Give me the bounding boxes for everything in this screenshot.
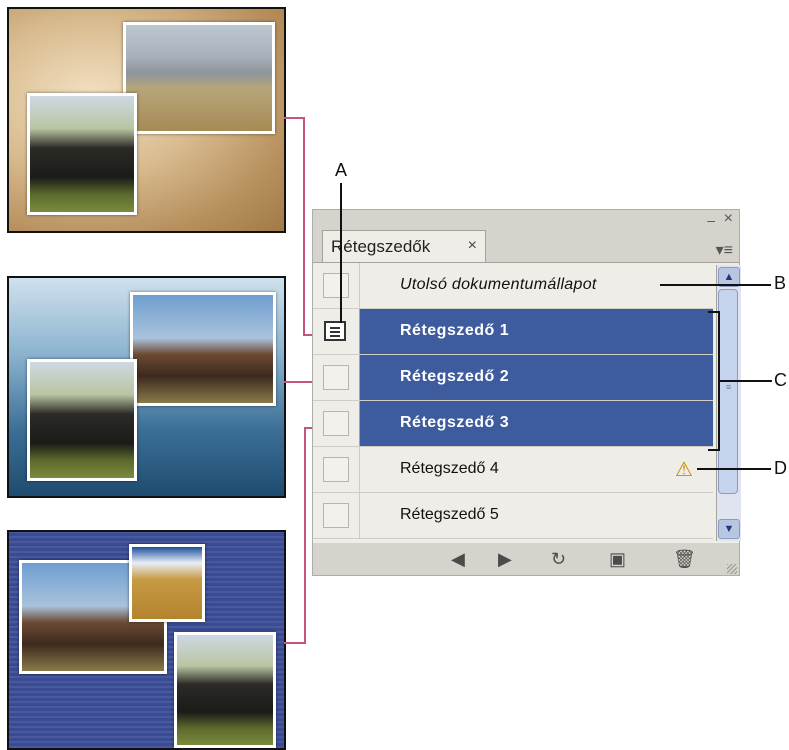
apply-cell[interactable] — [313, 263, 360, 308]
thumbnail-comp-2 — [7, 276, 286, 498]
tab-layer-comps[interactable]: Rétegszedők × — [322, 230, 486, 262]
connector-line — [284, 117, 304, 119]
warning-icon[interactable]: ⚠ — [675, 457, 693, 482]
list-item-layer-comp-5[interactable]: Rétegszedő 5 — [313, 493, 713, 539]
callout-c: C — [774, 370, 787, 390]
apply-layer-comp-icon[interactable] — [324, 321, 346, 341]
list-item-layer-comp-1[interactable]: Rétegszedő 1 — [313, 309, 713, 355]
apply-box[interactable] — [323, 503, 349, 528]
scroll-thumb[interactable]: ≡ — [718, 289, 738, 494]
list-item-layer-comp-3[interactable]: Rétegszedő 3 — [313, 401, 713, 447]
connector-line — [304, 427, 306, 644]
list-item-label: Rétegszedő 1 — [400, 322, 510, 339]
panel-footer: ◀ ▶ ↻ ▣ 🗑 — [313, 542, 739, 576]
next-icon[interactable]: ▶ — [498, 549, 512, 570]
tab-close-icon[interactable]: × — [468, 237, 477, 255]
layer-comps-list: Utolsó dokumentumállapot Rétegszedő 1 Ré… — [313, 262, 739, 543]
apply-cell[interactable] — [313, 493, 360, 538]
panel-title-bar: – × — [313, 210, 739, 230]
thumbnail-comp-1 — [7, 7, 286, 233]
connector-line — [303, 117, 305, 335]
panel-menu-icon[interactable]: ▾≡ — [716, 240, 733, 260]
grip-icon: ≡ — [726, 382, 732, 392]
photo-barn — [130, 292, 276, 406]
apply-box[interactable] — [323, 457, 349, 482]
callout-b: B — [774, 273, 787, 293]
list-item-label: Rétegszedő 4 — [400, 460, 499, 477]
apply-box[interactable] — [323, 273, 349, 298]
list-item-layer-comp-4[interactable]: Rétegszedő 4 ⚠ — [313, 447, 713, 493]
callout-a: A — [335, 160, 348, 180]
connector-line — [284, 642, 306, 644]
apply-cell[interactable] — [313, 355, 360, 400]
callout-c-line — [720, 380, 772, 382]
apply-box[interactable] — [323, 365, 349, 390]
list-item-label: Rétegszedő 5 — [400, 506, 499, 523]
apply-box[interactable] — [323, 411, 349, 436]
close-icon[interactable]: × — [724, 210, 733, 228]
callout-a-line — [340, 183, 342, 323]
callout-d-line — [697, 468, 771, 470]
callout-b-line — [660, 284, 771, 286]
apply-cell[interactable] — [313, 447, 360, 492]
list-item-label: Rétegszedő 2 — [400, 368, 510, 385]
list-item-last-document-state[interactable]: Utolsó dokumentumállapot — [313, 263, 713, 309]
delete-icon[interactable]: 🗑 — [673, 549, 696, 570]
scroll-down-arrow-icon[interactable]: ▼ — [718, 519, 740, 539]
update-icon[interactable]: ↻ — [551, 549, 566, 570]
photo-cows — [27, 93, 137, 215]
previous-icon[interactable]: ◀ — [451, 549, 465, 570]
resize-handle-icon[interactable] — [727, 564, 737, 574]
layer-comps-panel: – × Rétegszedők × ▾≡ Utolsó dokumentumál… — [312, 209, 741, 576]
thumbnail-comp-3 — [7, 530, 286, 750]
new-layer-comp-icon[interactable]: ▣ — [609, 549, 626, 570]
list-item-layer-comp-2[interactable]: Rétegszedő 2 — [313, 355, 713, 401]
list-item-label: Utolsó dokumentumállapot — [400, 276, 597, 293]
apply-cell[interactable] — [313, 401, 360, 446]
callout-c-bracket — [708, 311, 720, 451]
callout-d: D — [774, 458, 787, 478]
list-item-label: Rétegszedő 3 — [400, 414, 510, 431]
minimize-icon[interactable]: – — [707, 212, 715, 228]
photo-cows — [174, 632, 276, 748]
photo-hay — [129, 544, 205, 622]
photo-cows — [27, 359, 137, 481]
tab-label: Rétegszedők — [331, 237, 431, 256]
apply-cell[interactable] — [313, 309, 360, 354]
photo-mountain — [123, 22, 275, 134]
